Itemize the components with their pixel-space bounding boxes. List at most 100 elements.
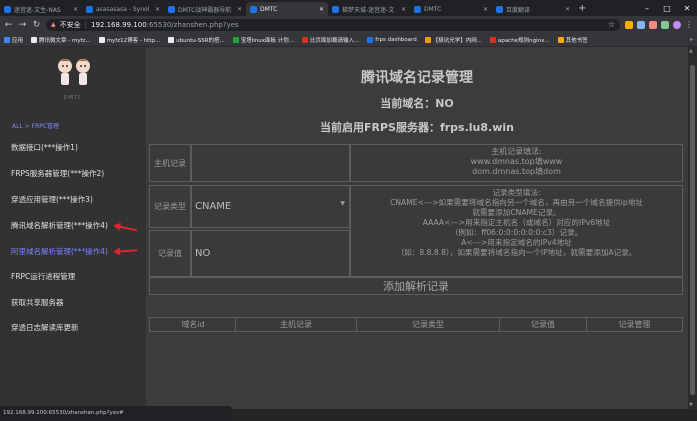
sidebar-nav-item[interactable]: 数据接口(***操作1) — [11, 142, 78, 153]
bookmark-item[interactable]: 【极坑光学】内网... — [424, 36, 482, 44]
tab-favicon-icon — [414, 5, 421, 13]
table-header-cell: 记录值 — [499, 317, 587, 332]
logo-icon — [58, 59, 90, 85]
annotation-arrow-icon — [114, 249, 138, 253]
window-controls: – □ ✕ — [637, 0, 697, 16]
tab-title: DMTC战神霸器导航 — [178, 6, 232, 14]
scrollbar-thumb[interactable] — [690, 65, 695, 395]
bookmark-icon — [31, 36, 38, 43]
bookmark-item[interactable]: 其他书签 — [557, 36, 588, 44]
profile-avatar-icon[interactable] — [673, 20, 681, 29]
bookmark-star-icon[interactable]: ☆ — [608, 20, 615, 29]
sidebar-nav-item[interactable]: 穿透日志解读库更新 — [11, 322, 79, 333]
bookmarks-more-button[interactable]: » — [690, 37, 693, 43]
address-bar[interactable]: ▲ 不安全 | 192.168.99.100:65530/zhanshen.ph… — [46, 18, 620, 31]
security-label: 不安全 — [59, 20, 81, 29]
sidebar-nav-item[interactable]: 获取共享服务器 — [11, 297, 64, 308]
bookmark-item[interactable]: 宝塔linux面板 计划... — [232, 36, 295, 44]
back-icon[interactable]: ← — [4, 20, 13, 30]
bookmark-label: 应用 — [12, 37, 24, 44]
close-tab-icon[interactable]: ✕ — [401, 6, 406, 13]
record-value-input[interactable]: NO — [191, 230, 350, 277]
bookmark-item[interactable]: 应用 — [4, 36, 23, 44]
close-tab-icon[interactable]: ✕ — [565, 6, 570, 13]
bookmark-label: 宝塔linux面板 计划... — [240, 37, 295, 44]
tab-favicon-icon — [168, 5, 175, 13]
help-line: CNAME<--->如果需要将域名指向另一个域名，再由另一个域名提供ip地址 — [390, 198, 643, 207]
bookmark-item[interactable]: apache规则nginx... — [489, 36, 550, 44]
tab-favicon-icon — [4, 5, 11, 13]
close-tab-icon[interactable]: ✕ — [319, 6, 324, 13]
bookmark-item[interactable]: frps dashboard — [367, 36, 417, 43]
tab-title: asasasasa - Synol — [96, 5, 150, 13]
sidebar-nav-item[interactable]: FRPS服务器管理(***操作2) — [11, 168, 104, 179]
bookmark-item[interactable]: 比页面加载请输入... — [302, 36, 359, 44]
maximize-button[interactable]: □ — [657, 4, 677, 13]
record-type-label: 记录类型 — [149, 185, 191, 228]
host-record-input[interactable] — [191, 144, 350, 182]
extension-icon[interactable] — [661, 20, 669, 29]
warning-icon: ▲ — [51, 21, 56, 28]
sidebar-nav-item[interactable]: 腾讯域名解析管理(***操作4) — [11, 220, 108, 231]
bookmark-item[interactable]: ubuntu-SSR的搭... — [168, 36, 225, 44]
bookmark-label: 【极坑光学】内网... — [432, 37, 482, 44]
tab-title: DMTC — [260, 5, 278, 13]
tab-favicon-icon — [250, 5, 257, 13]
sidebar-nav-item[interactable]: FRPC运行进程管理 — [11, 271, 75, 282]
bookmark-icon — [168, 36, 175, 43]
help-line: AAAA<--->用来指定主机名（或域名）对应的IPv6地址 — [422, 218, 611, 227]
reload-icon[interactable]: ↻ — [32, 20, 41, 30]
forward-icon[interactable]: → — [18, 20, 27, 30]
bookmark-label: 比页面加载请输入... — [310, 37, 360, 44]
sidebar: DMTC ALL > FRPC管理 数据接口(***操作1) FRPS服务器管理(… — [0, 47, 146, 409]
breadcrumb[interactable]: ALL > FRPC管理 — [12, 121, 59, 130]
close-tab-icon[interactable]: ✕ — [483, 6, 488, 13]
browser-tab[interactable]: 百度翻译 ✕ — [492, 2, 574, 16]
add-record-button[interactable]: 添加解析记录 — [149, 277, 683, 295]
close-window-button[interactable]: ✕ — [677, 4, 697, 13]
sidebar-nav-item[interactable]: 穿透应用管理(***操作3) — [11, 194, 93, 205]
browser-tab[interactable]: DMTC ✕ — [410, 2, 492, 16]
new-tab-button[interactable]: + — [578, 3, 586, 14]
close-tab-icon[interactable]: ✕ — [73, 6, 78, 13]
scroll-up-icon[interactable]: ▲ — [689, 48, 693, 54]
extension-icon[interactable] — [637, 20, 645, 29]
bookmark-icon — [367, 36, 374, 43]
browser-tab[interactable]: DMTC战神霸器导航 ✕ — [164, 2, 246, 16]
sidebar-nav-item[interactable]: 阿里域名解析管理(***操作4) — [11, 246, 108, 257]
page-title: 腾讯域名记录管理 — [361, 70, 473, 86]
help-line: 就需要添加CNAME记录。 — [472, 208, 561, 217]
tab-favicon-icon — [332, 5, 339, 13]
scroll-down-icon[interactable]: ▼ — [689, 402, 693, 408]
help-line: A<--->用来指定域名的IPv4地址 — [461, 238, 572, 247]
bookmark-icon — [4, 36, 10, 43]
main-panel: 腾讯域名记录管理 当前域名：NO 当前启用FRPS服务器：frps.lu8.wi… — [146, 47, 688, 409]
browser-tab[interactable]: DMTC ✕ — [246, 2, 328, 16]
tab-favicon-icon — [86, 5, 93, 13]
table-header-cell: 主机记录 — [235, 317, 357, 332]
browser-tab[interactable]: asasasasa - Synol ✕ — [82, 2, 164, 16]
record-type-select[interactable]: CNAME ▼ — [191, 185, 350, 228]
browser-tab[interactable]: 梯梦天城-迷宫迷-文 ✕ — [328, 2, 410, 16]
bookmark-icon — [232, 36, 239, 43]
table-header-cell: 域名id — [149, 317, 237, 332]
bookmark-item[interactable]: 腾讯微文章 - myfz... — [31, 36, 91, 44]
browser-tab-strip: 迷宫迷-文生-NAS ✕ asasasasa - Synol ✕ DMTC战神霸器导航 ✕… — [0, 0, 697, 16]
address-toolbar: ← → ↻ ▲ 不安全 | 192.168.99.100:65530/zhans… — [0, 16, 697, 33]
close-tab-icon[interactable]: ✕ — [237, 6, 242, 13]
close-tab-icon[interactable]: ✕ — [155, 6, 160, 13]
table-header-cell: 记录类型 — [356, 317, 500, 332]
bookmark-label: frps dashboard — [375, 36, 417, 43]
extension-icon[interactable] — [625, 20, 633, 29]
help-line: www.dmnas.top填www — [470, 157, 563, 166]
scrollbar[interactable]: ▲ ▼ — [688, 47, 697, 409]
browser-tab[interactable]: 迷宫迷-文生-NAS ✕ — [0, 2, 82, 16]
tab-title: 梯梦天城-迷宫迷-文 — [342, 6, 395, 14]
minimize-button[interactable]: – — [637, 4, 657, 13]
logo-text: DMTC — [63, 95, 83, 101]
bookmark-icon — [557, 36, 564, 43]
menu-kebab-icon[interactable]: ⋮ — [685, 20, 693, 29]
bookmark-item[interactable]: myfz12博客 - http... — [98, 36, 160, 44]
extension-icon[interactable] — [649, 20, 657, 29]
tab-title: 百度翻译 — [506, 6, 531, 14]
